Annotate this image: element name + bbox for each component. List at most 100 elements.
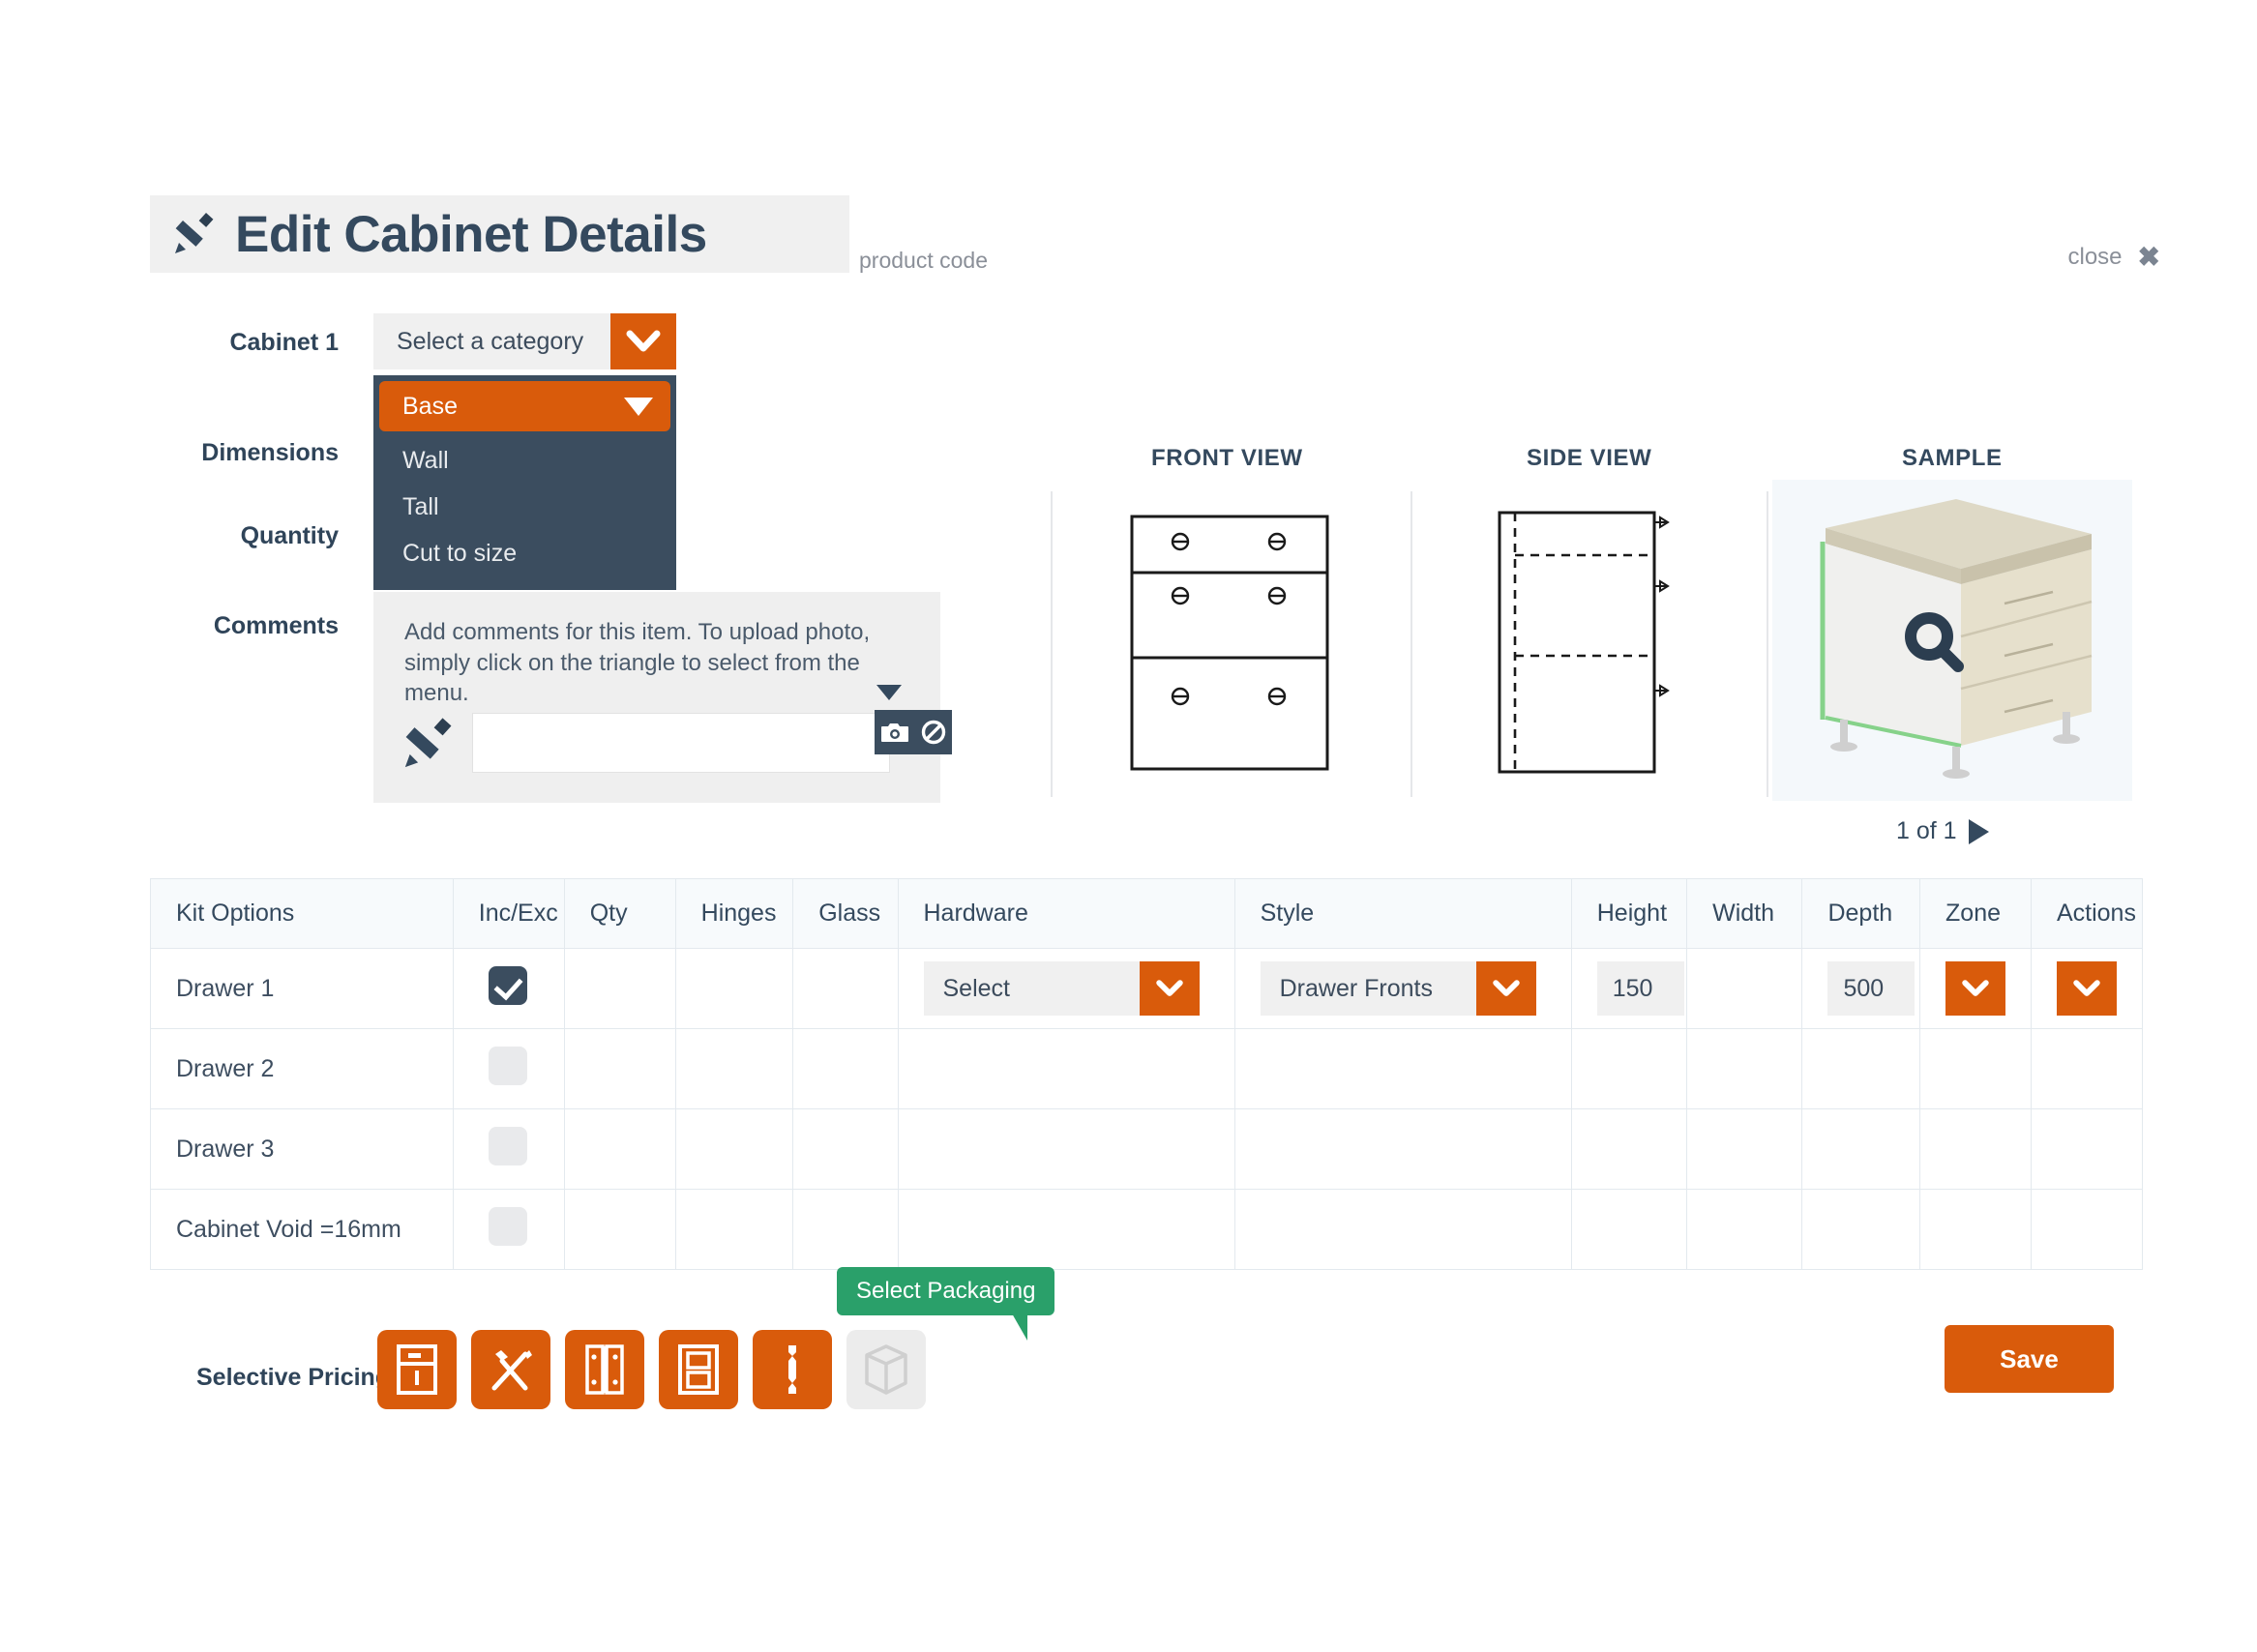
cell-hinges[interactable]	[674, 1108, 794, 1190]
chevron-down-icon	[626, 330, 661, 352]
actions-select[interactable]	[2056, 961, 2117, 1016]
cell-glass[interactable]	[792, 948, 899, 1029]
chevron-down-icon	[1155, 980, 1183, 996]
inc-exc-checkbox[interactable]	[489, 1126, 528, 1165]
depth-input[interactable]: 500	[1827, 961, 1915, 1016]
cell-zone[interactable]	[1919, 948, 2032, 1029]
cell-actions[interactable]	[2030, 948, 2144, 1029]
column-header-glass: Glass	[792, 878, 899, 949]
cell-width[interactable]	[1686, 948, 1803, 1029]
dropdown-option-base[interactable]: Base	[379, 381, 670, 431]
side-view-drawing	[1498, 511, 1670, 774]
sample-label: SAMPLE	[1902, 445, 2003, 471]
hardware-select[interactable]: Select	[923, 961, 1200, 1016]
divider	[1767, 491, 1768, 797]
cell-depth[interactable]	[1801, 1028, 1921, 1109]
cabinet-icon[interactable]	[377, 1330, 457, 1409]
photo-upload-buttons[interactable]	[875, 710, 952, 754]
cell-qty[interactable]	[563, 1028, 676, 1109]
cell-hardware[interactable]: Select	[897, 948, 1235, 1029]
cell-inc-exc[interactable]	[452, 948, 565, 1029]
close-x-icon: ✖	[2137, 242, 2160, 272]
save-button[interactable]: Save	[1945, 1325, 2114, 1393]
sample-pager[interactable]: 1 of 1	[1896, 817, 1989, 845]
table-row: Drawer 2	[150, 1028, 2144, 1109]
cell-qty[interactable]	[563, 948, 676, 1029]
dropdown-option-tall[interactable]: Tall	[379, 484, 670, 530]
triangle-right-icon[interactable]	[1968, 818, 1989, 844]
column-header-qty: Qty	[563, 878, 676, 949]
cell-height[interactable]	[1570, 1189, 1688, 1270]
cell-height[interactable]: 150	[1570, 948, 1688, 1029]
cell-depth[interactable]	[1801, 1189, 1921, 1270]
cell-glass[interactable]	[792, 1028, 899, 1109]
cell-inc-exc[interactable]	[452, 1189, 565, 1270]
cell-depth[interactable]: 500	[1801, 948, 1921, 1029]
cell-actions[interactable]	[2030, 1189, 2144, 1270]
door-panel-icon[interactable]	[659, 1330, 738, 1409]
inc-exc-checkbox[interactable]	[489, 1046, 528, 1085]
cell-zone[interactable]	[1919, 1189, 2032, 1270]
select-packaging-tooltip: Select Packaging	[837, 1267, 1055, 1341]
category-select-value: Select a category	[397, 327, 584, 355]
spindle-icon[interactable]	[753, 1330, 832, 1409]
cell-style[interactable]	[1233, 1108, 1572, 1190]
comments-input[interactable]	[472, 713, 890, 773]
inc-exc-checkbox[interactable]	[489, 965, 528, 1005]
no-photo-icon[interactable]	[921, 720, 946, 745]
cell-width[interactable]	[1686, 1028, 1803, 1109]
cell-hardware[interactable]	[897, 1028, 1235, 1109]
category-dropdown-list[interactable]: Base Wall Tall Cut to size	[373, 375, 676, 590]
close-button[interactable]: close ✖	[2068, 244, 2161, 271]
chevron-down-icon	[2073, 980, 2100, 996]
cell-glass[interactable]	[792, 1189, 899, 1270]
comments-help-text: Add comments for this item. To upload ph…	[404, 619, 871, 707]
sample-image[interactable]	[1772, 480, 2132, 801]
cell-hardware[interactable]	[897, 1189, 1235, 1270]
package-box-icon[interactable]	[846, 1330, 926, 1409]
style-select-caret[interactable]	[1475, 961, 1536, 1016]
cell-hinges[interactable]	[674, 948, 794, 1029]
cell-hinges[interactable]	[674, 1189, 794, 1270]
cell-qty[interactable]	[563, 1108, 676, 1190]
dropdown-option-cut-to-size[interactable]: Cut to size	[379, 530, 670, 576]
hinge-icon[interactable]	[565, 1330, 644, 1409]
cell-actions[interactable]	[2030, 1028, 2144, 1109]
cell-zone[interactable]	[1919, 1108, 2032, 1190]
cell-zone[interactable]	[1919, 1028, 2032, 1109]
triangle-down-icon[interactable]	[876, 685, 902, 700]
category-select-caret[interactable]	[610, 313, 676, 369]
cell-depth[interactable]	[1801, 1108, 1921, 1190]
tools-icon[interactable]	[471, 1330, 550, 1409]
cell-qty[interactable]	[563, 1189, 676, 1270]
category-select[interactable]: Select a category	[373, 313, 676, 369]
cell-inc-exc[interactable]	[452, 1108, 565, 1190]
zone-select[interactable]	[1945, 961, 2006, 1016]
cell-hardware[interactable]	[897, 1108, 1235, 1190]
cell-hinges[interactable]	[674, 1028, 794, 1109]
cell-height[interactable]	[1570, 1108, 1688, 1190]
table-row: Cabinet Void =16mm	[150, 1189, 2144, 1270]
cell-height[interactable]	[1570, 1028, 1688, 1109]
cell-style[interactable]	[1233, 1028, 1572, 1109]
style-select[interactable]: Drawer Fronts	[1260, 961, 1536, 1016]
cell-width[interactable]	[1686, 1189, 1803, 1270]
cell-inc-exc[interactable]	[452, 1028, 565, 1109]
inc-exc-checkbox[interactable]	[489, 1206, 528, 1246]
cell-kit-option: Drawer 1	[150, 948, 454, 1029]
edit-cabinet-dialog: Edit Cabinet Details product code close …	[0, 0, 2257, 1652]
cell-style[interactable]: Drawer Fronts	[1233, 948, 1572, 1029]
dropdown-option-label: Wall	[402, 446, 449, 474]
dropdown-option-wall[interactable]: Wall	[379, 437, 670, 484]
height-input[interactable]: 150	[1596, 961, 1684, 1016]
close-label: close	[2067, 244, 2123, 270]
comments-panel: Add comments for this item. To upload ph…	[373, 592, 952, 803]
hardware-select-caret[interactable]	[1139, 961, 1200, 1016]
column-header-style: Style	[1233, 878, 1572, 949]
cell-style[interactable]	[1233, 1189, 1572, 1270]
camera-icon[interactable]	[880, 721, 909, 744]
cell-glass[interactable]	[792, 1108, 899, 1190]
divider	[1411, 491, 1412, 797]
cell-width[interactable]	[1686, 1108, 1803, 1190]
cell-actions[interactable]	[2030, 1108, 2144, 1190]
